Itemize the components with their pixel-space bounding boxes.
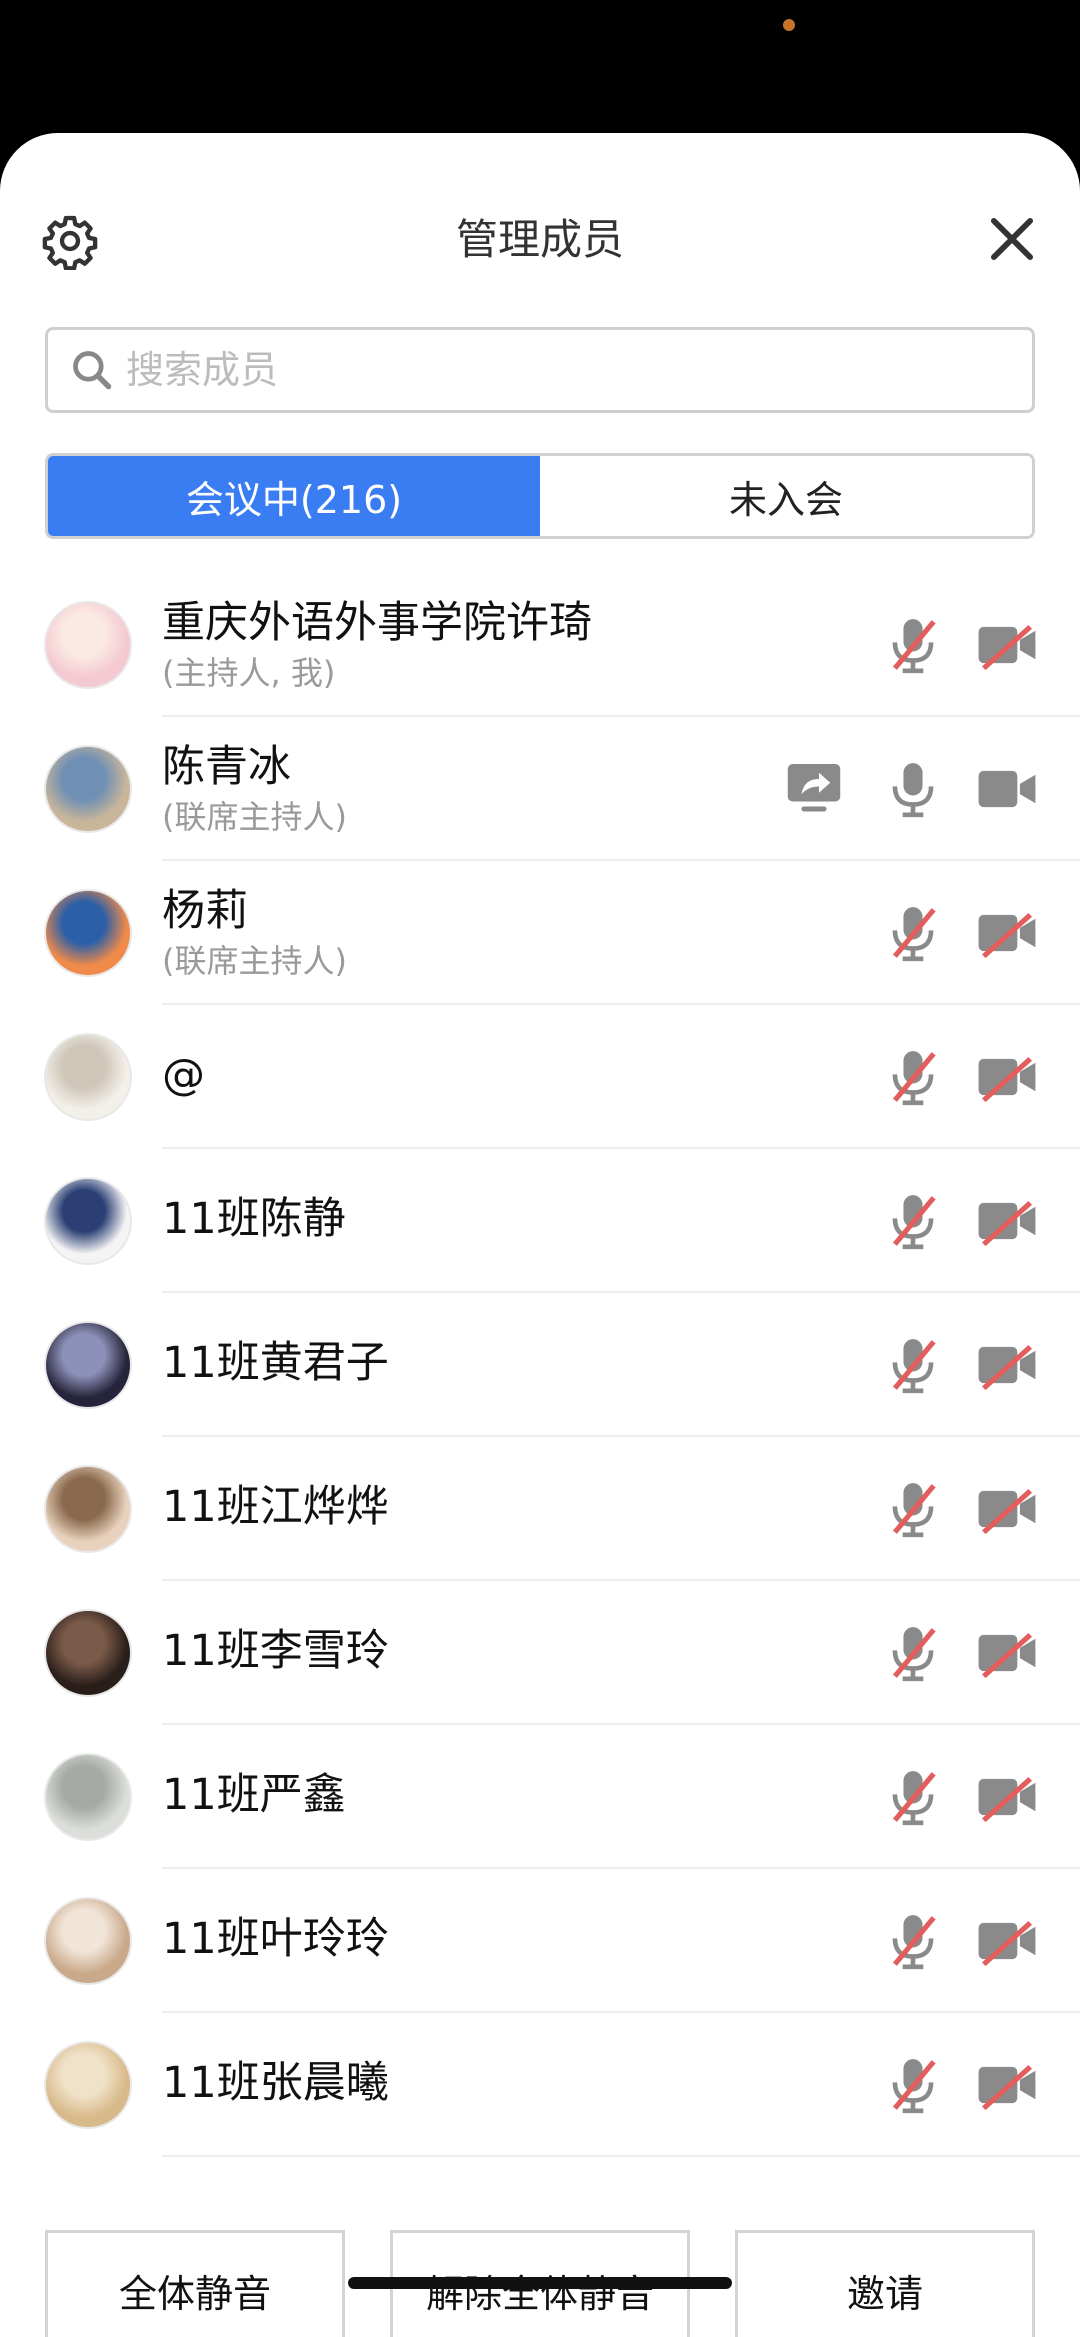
member-row[interactable]: 重庆外语外事学院许琦 (主持人, 我) <box>0 573 1080 717</box>
mic-muted-icon[interactable] <box>882 1187 944 1255</box>
member-row[interactable]: 11班李雪玲 <box>0 1581 1080 1725</box>
search-input[interactable] <box>124 347 928 393</box>
avatar <box>44 1321 132 1409</box>
camera-off-icon[interactable] <box>976 1339 1038 1391</box>
avatar <box>44 1897 132 1985</box>
avatar <box>44 2041 132 2129</box>
mic-muted-icon[interactable] <box>882 1331 944 1399</box>
mic-muted-icon[interactable] <box>882 899 944 967</box>
mic-muted-icon[interactable] <box>882 1619 944 1687</box>
member-row[interactable]: @ <box>0 1005 1080 1149</box>
mic-muted-icon[interactable] <box>882 611 944 679</box>
list-fade <box>0 2173 1080 2208</box>
home-indicator[interactable] <box>348 2277 732 2289</box>
member-row[interactable]: 杨莉 (联席主持人) <box>0 861 1080 1005</box>
avatar <box>44 1609 132 1697</box>
camera-off-icon[interactable] <box>976 1627 1038 1679</box>
screen-share-icon <box>787 764 841 812</box>
camera-icon[interactable] <box>976 763 1038 815</box>
member-tabs: 会议中(216) 未入会 <box>45 453 1035 539</box>
member-list[interactable]: 重庆外语外事学院许琦 (主持人, 我) 陈青冰 (联席主持人) 杨莉 (联席主持… <box>0 573 1080 2208</box>
camera-off-icon[interactable] <box>976 1915 1038 1967</box>
member-name: @ <box>162 1050 205 1100</box>
camera-off-icon[interactable] <box>976 1051 1038 1103</box>
member-row[interactable]: 11班张晨曦 <box>0 2013 1080 2157</box>
avatar <box>44 601 132 689</box>
camera-off-icon[interactable] <box>976 907 1038 959</box>
mic-muted-icon[interactable] <box>882 2051 944 2119</box>
mic-muted-icon[interactable] <box>882 1907 944 1975</box>
mic-muted-icon[interactable] <box>882 1043 944 1111</box>
member-row[interactable]: 陈青冰 (联席主持人) <box>0 717 1080 861</box>
camera-off-icon[interactable] <box>976 1195 1038 1247</box>
mute-all-button[interactable]: 全体静音 <box>45 2230 345 2337</box>
avatar <box>44 1033 132 1121</box>
avatar <box>44 1465 132 1553</box>
member-row[interactable]: 11班陈静 <box>0 1149 1080 1293</box>
member-name: 11班叶玲玲 <box>162 1914 389 1964</box>
search-box[interactable] <box>45 327 1035 413</box>
member-name: 11班江烨烨 <box>162 1482 389 1532</box>
mic-muted-icon[interactable] <box>882 1475 944 1543</box>
avatar <box>44 889 132 977</box>
member-row[interactable]: 11班叶玲玲 <box>0 1869 1080 2013</box>
member-row[interactable]: 11班黄君子 <box>0 1293 1080 1437</box>
close-icon[interactable] <box>983 210 1041 268</box>
manage-members-sheet: 管理成员 会议中(216) 未入会 重庆外语外事学院许琦 (主持人, 我) <box>0 133 1080 2337</box>
member-name: 11班张晨曦 <box>162 2058 389 2108</box>
member-name: 陈青冰 <box>162 742 291 792</box>
tab-not-joined[interactable]: 未入会 <box>540 456 1032 536</box>
avatar <box>44 1753 132 1841</box>
avatar <box>44 745 132 833</box>
member-name: 重庆外语外事学院许琦 <box>162 598 592 648</box>
member-name: 11班黄君子 <box>162 1338 389 1388</box>
mic-icon[interactable] <box>882 755 944 823</box>
camera-off-icon[interactable] <box>976 1771 1038 1823</box>
camera-off-icon[interactable] <box>976 619 1038 671</box>
camera-off-icon[interactable] <box>976 1483 1038 1535</box>
avatar <box>44 1177 132 1265</box>
search-icon <box>73 351 112 390</box>
invite-button[interactable]: 邀请 <box>735 2230 1035 2337</box>
member-row[interactable]: 11班江烨烨 <box>0 1437 1080 1581</box>
row-divider <box>162 2155 1080 2157</box>
member-role: (联席主持人) <box>162 942 347 980</box>
member-name: 11班陈静 <box>162 1194 346 1244</box>
front-camera-dot <box>783 19 795 31</box>
member-name: 11班严鑫 <box>162 1770 346 1820</box>
member-name: 11班李雪玲 <box>162 1626 389 1676</box>
member-role: (主持人, 我) <box>162 654 336 692</box>
tab-in-meeting[interactable]: 会议中(216) <box>48 456 540 536</box>
mic-muted-icon[interactable] <box>882 1763 944 1831</box>
member-role: (联席主持人) <box>162 798 347 836</box>
page-title: 管理成员 <box>455 215 624 264</box>
member-row[interactable]: 11班严鑫 <box>0 1725 1080 1869</box>
camera-off-icon[interactable] <box>976 2059 1038 2111</box>
member-name: 杨莉 <box>162 886 248 936</box>
